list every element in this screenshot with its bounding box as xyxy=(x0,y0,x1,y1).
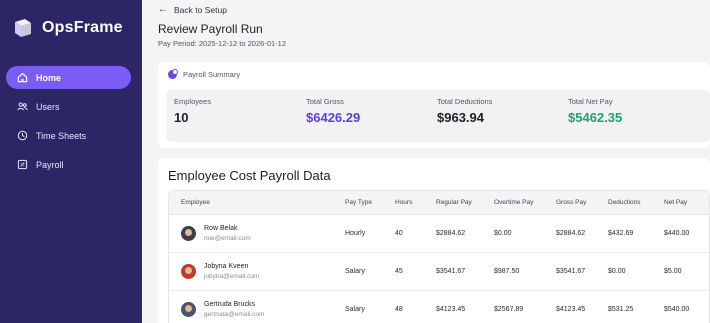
pay-type-cell: Hourly xyxy=(333,214,383,253)
payroll-table: Employee Pay Type Hours Regular Pay Over… xyxy=(168,190,710,323)
stat-total-deductions: Total Deductions $963.94 xyxy=(437,97,492,125)
back-to-setup-link[interactable]: ← Back to Setup xyxy=(158,4,227,15)
employee-cell: Gertruda Brucks gertruda@email.com xyxy=(169,290,333,323)
employee-cell: Row Belak row@email.com xyxy=(169,214,333,253)
table-header-row: Employee Pay Type Hours Regular Pay Over… xyxy=(169,191,709,215)
employee-name: Row Belak xyxy=(204,224,238,232)
back-link-label: Back to Setup xyxy=(174,4,227,15)
table-row[interactable]: Jobyna Kveen jobyna@email.com Salary 45 … xyxy=(169,252,709,291)
sidebar-item-home[interactable]: Home xyxy=(6,66,131,89)
column-header[interactable]: Deductions xyxy=(596,191,652,215)
employee-email: gertruda@email.com xyxy=(204,310,265,318)
deductions-cell: $531.25 xyxy=(596,290,652,323)
sidebar-item-payroll[interactable]: Payroll xyxy=(6,153,131,176)
column-header[interactable]: Employee xyxy=(169,191,333,215)
overtime-pay-cell: $2567.89 xyxy=(482,290,544,323)
column-header[interactable]: Regular Pay xyxy=(424,191,482,215)
employee-name: Jobyna Kveen xyxy=(204,262,249,270)
payroll-table-card: Employee Cost Payroll Data Employee Pay … xyxy=(158,158,710,323)
column-header[interactable]: Net Pay xyxy=(652,191,709,215)
stat-label: Employees xyxy=(174,97,212,106)
stat-value: $5462.35 xyxy=(568,110,623,125)
table-title: Employee Cost Payroll Data xyxy=(168,168,331,183)
regular-pay-cell: $4123.45 xyxy=(424,290,482,323)
stat-label: Total Deductions xyxy=(437,97,493,106)
stat-employees: Employees 10 xyxy=(174,97,211,125)
sidebar: OpsFrame Home Users Time Sheets Payroll xyxy=(0,0,142,323)
pay-type-cell: Salary xyxy=(333,290,383,323)
employee-cell: Jobyna Kveen jobyna@email.com xyxy=(169,252,333,291)
column-header[interactable]: Overtime Pay xyxy=(482,191,544,215)
stat-value: $6426.29 xyxy=(306,110,361,125)
gross-pay-cell: $4123.45 xyxy=(544,290,596,323)
regular-pay-cell: $2884.62 xyxy=(424,214,482,253)
stat-value: 10 xyxy=(174,110,189,125)
column-header[interactable]: Gross Pay xyxy=(544,191,596,215)
stat-value: $963.94 xyxy=(437,110,484,125)
brand[interactable]: OpsFrame xyxy=(12,17,123,39)
summary-stats: Employees 10 Total Gross $6426.29 Total … xyxy=(166,90,710,142)
sidebar-item-label: Payroll xyxy=(36,159,64,170)
opsframe-logo-icon xyxy=(12,17,34,39)
column-header[interactable]: Hours xyxy=(383,191,424,215)
stat-total-net-pay: Total Net Pay $5462.35 xyxy=(568,97,622,125)
regular-pay-cell: $3541.67 xyxy=(424,252,482,291)
stat-total-gross: Total Gross $6426.29 xyxy=(306,97,360,125)
sidebar-item-label: Home xyxy=(36,72,62,83)
table-row[interactable]: Row Belak row@email.com Hourly 40 $2884.… xyxy=(169,214,709,253)
gross-pay-cell: $2884.62 xyxy=(544,214,596,253)
employee-email: row@email.com xyxy=(204,234,251,242)
payroll-summary-card: Payroll Summary Employees 10 Total Gross… xyxy=(158,62,710,148)
hours-cell: 45 xyxy=(383,252,424,291)
sidebar-item-time-sheets[interactable]: Time Sheets xyxy=(6,124,131,147)
net-pay-cell: $440.00 xyxy=(652,214,709,253)
sidebar-item-label: Users xyxy=(36,101,60,112)
hours-cell: 48 xyxy=(383,290,424,323)
summary-chart-icon xyxy=(168,69,178,79)
avatar xyxy=(181,263,196,279)
summary-heading-label: Payroll Summary xyxy=(183,70,241,79)
sidebar-item-label: Time Sheets xyxy=(36,130,87,141)
employee-name: Gertruda Brucks xyxy=(204,300,255,308)
deductions-cell: $432.69 xyxy=(596,214,652,253)
hours-cell: 40 xyxy=(383,214,424,253)
avatar xyxy=(181,225,196,241)
stat-label: Total Gross xyxy=(306,97,344,106)
employee-email: jobyna@email.com xyxy=(204,272,260,280)
sidebar-item-users[interactable]: Users xyxy=(6,95,131,118)
net-pay-cell: $5.00 xyxy=(652,252,709,291)
gross-pay-cell: $3541.67 xyxy=(544,252,596,291)
summary-heading: Payroll Summary xyxy=(168,69,241,79)
pay-type-cell: Salary xyxy=(333,252,383,291)
overtime-pay-cell: $0.00 xyxy=(482,214,544,253)
clock-icon xyxy=(16,130,28,142)
deductions-cell: $0.00 xyxy=(596,252,652,291)
payroll-icon xyxy=(16,159,28,171)
home-icon xyxy=(16,72,28,84)
column-header[interactable]: Pay Type xyxy=(333,191,383,215)
app-name: OpsFrame xyxy=(42,19,123,36)
arrow-left-icon: ← xyxy=(158,4,168,15)
net-pay-cell: $540.00 xyxy=(652,290,709,323)
avatar xyxy=(181,301,196,317)
table-row[interactable]: Gertruda Brucks gertruda@email.com Salar… xyxy=(169,290,709,323)
sidebar-nav: Home Users Time Sheets Payroll xyxy=(6,66,131,182)
page-title: Review Payroll Run xyxy=(158,22,263,36)
stat-label: Total Net Pay xyxy=(568,97,613,106)
pay-period: Pay Period: 2025-12-12 to 2026-01-12 xyxy=(158,39,287,48)
overtime-pay-cell: $987.50 xyxy=(482,252,544,291)
main-content: ← Back to Setup Review Payroll Run Pay P… xyxy=(142,0,710,323)
users-icon xyxy=(16,101,28,113)
